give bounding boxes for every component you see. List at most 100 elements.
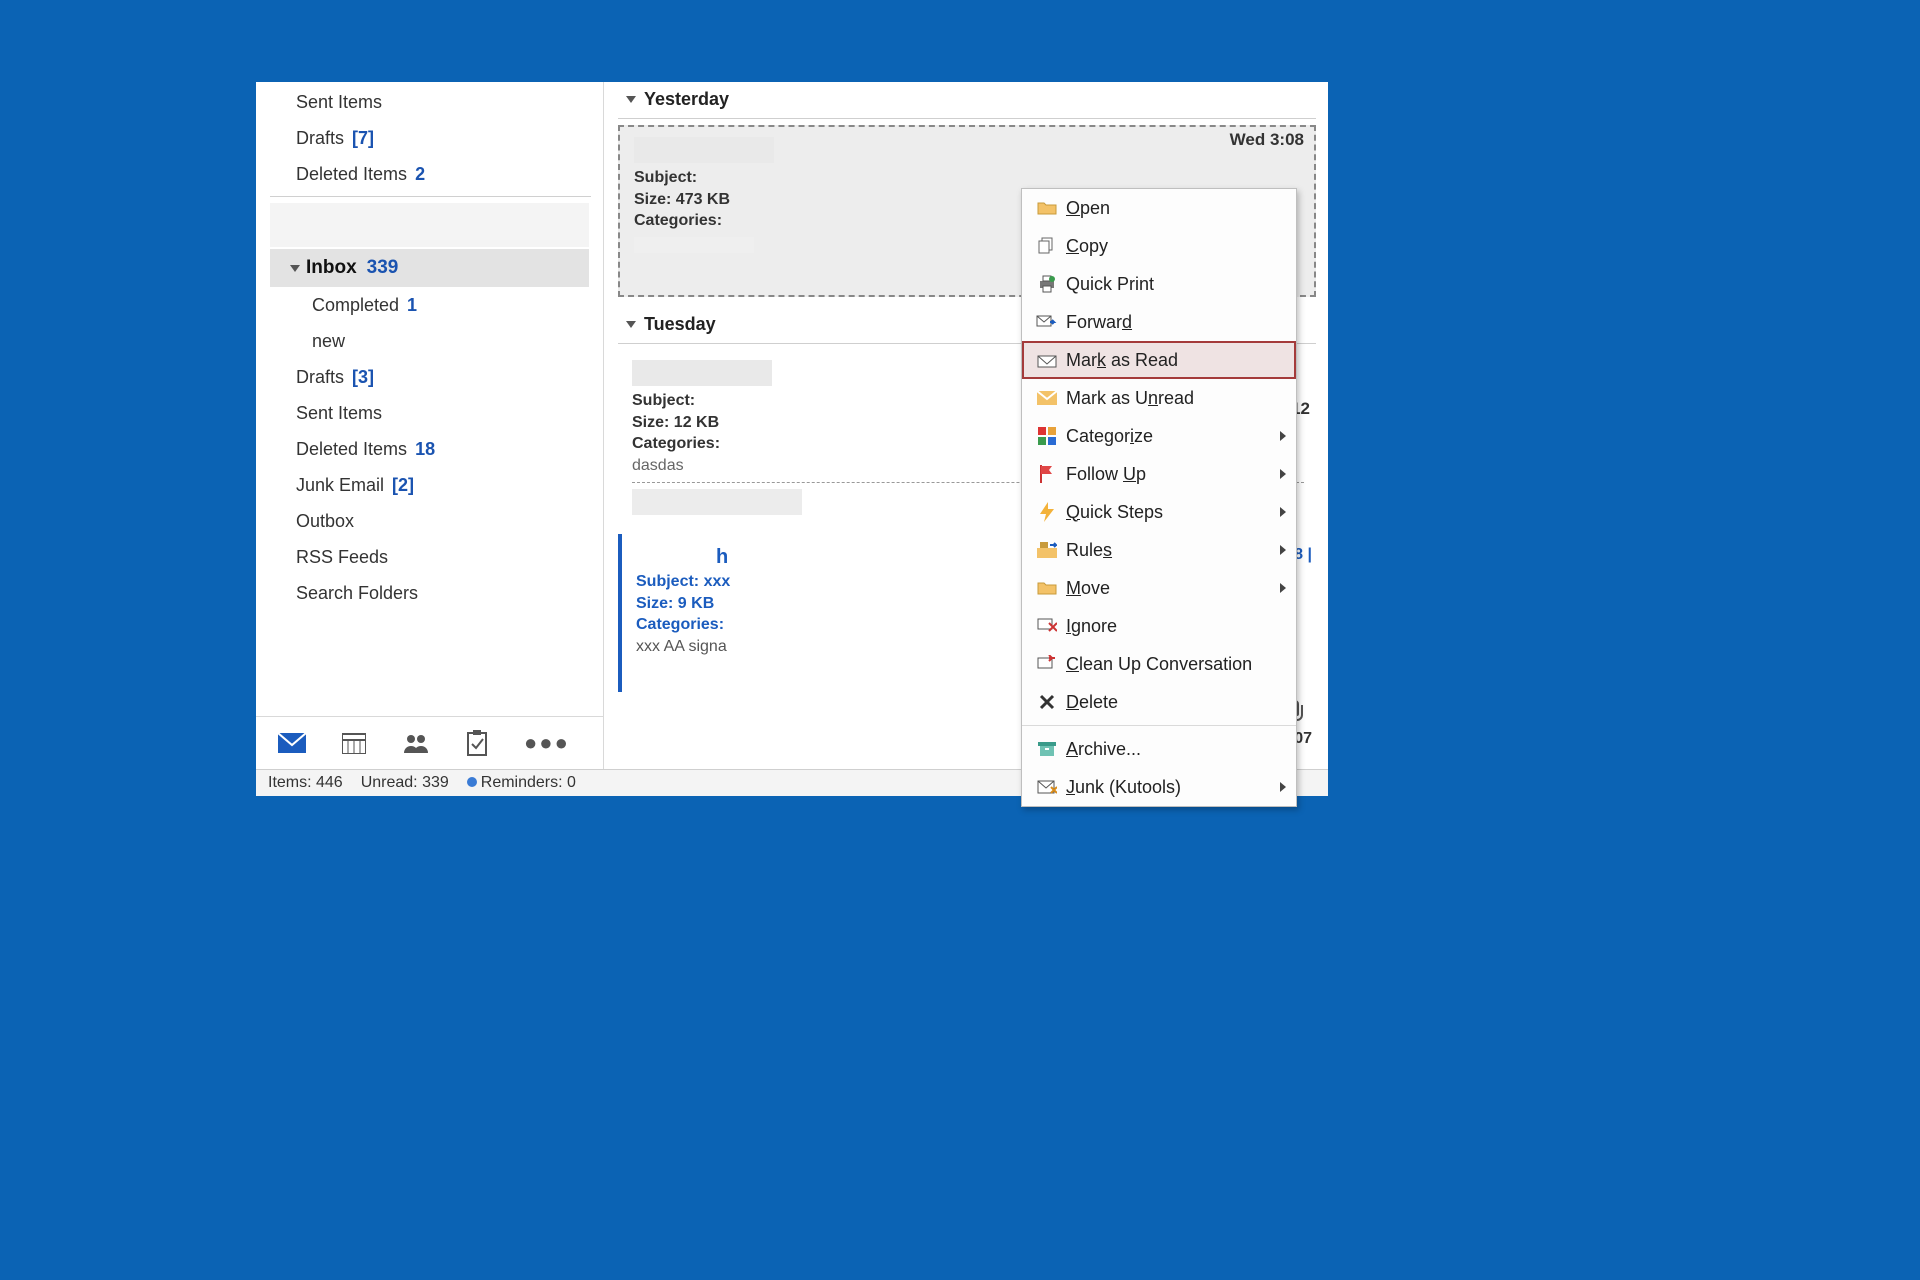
- folder-label: Drafts: [296, 367, 344, 388]
- chevron-right-icon: [1280, 782, 1286, 792]
- menu-label: Categor: [1066, 426, 1130, 446]
- menu-ignore[interactable]: Ignore: [1022, 607, 1296, 645]
- more-icon[interactable]: ●●●: [524, 730, 570, 756]
- menu-separator: [1022, 725, 1296, 726]
- chevron-down-icon[interactable]: [626, 321, 636, 328]
- calendar-icon[interactable]: [342, 732, 366, 754]
- menu-label: as Read: [1106, 350, 1178, 370]
- folder-sent-items[interactable]: Sent Items: [256, 395, 603, 431]
- menu-mark-as-read[interactable]: Mark as Read: [1022, 341, 1296, 379]
- menu-label: read: [1158, 388, 1194, 408]
- forward-icon: [1032, 314, 1062, 330]
- chevron-right-icon: [1280, 545, 1286, 555]
- group-separator: [618, 118, 1316, 119]
- folder-new[interactable]: new: [256, 323, 603, 359]
- delete-icon: [1032, 694, 1062, 710]
- menu-label: unk (Kutools): [1075, 777, 1181, 797]
- account-name-placeholder[interactable]: [270, 203, 589, 247]
- menu-label: elete: [1079, 692, 1118, 712]
- folder-label: Deleted Items: [296, 164, 407, 185]
- menu-quick-print[interactable]: Quick Print: [1022, 265, 1296, 303]
- folder-deleted-items[interactable]: Deleted Items 18: [256, 431, 603, 467]
- folder-open-icon: [1032, 200, 1062, 216]
- message-time: Wed 3:08: [1230, 129, 1304, 152]
- folder-rss-feeds[interactable]: RSS Feeds: [256, 539, 603, 575]
- menu-label: pen: [1080, 198, 1110, 218]
- folder-label: Outbox: [296, 511, 354, 532]
- folder-count: 339: [367, 257, 399, 279]
- menu-open[interactable]: Open: [1022, 189, 1296, 227]
- menu-label: ove: [1081, 578, 1110, 598]
- menu-forward[interactable]: Forward: [1022, 303, 1296, 341]
- status-unread: Unread: 339: [361, 774, 449, 792]
- menu-label: Rule: [1066, 540, 1103, 560]
- folder-junk-email[interactable]: Junk Email [2]: [256, 467, 603, 503]
- chevron-right-icon: [1280, 469, 1286, 479]
- envelope-icon: [1032, 391, 1062, 405]
- folder-count: [7]: [352, 128, 374, 149]
- rules-icon: [1032, 542, 1062, 558]
- folder-count: [2]: [392, 475, 414, 496]
- menu-junk[interactable]: Junk (Kutools): [1022, 768, 1296, 806]
- folder-completed[interactable]: Completed 1: [256, 287, 603, 323]
- menu-archive[interactable]: Archive...: [1022, 730, 1296, 768]
- message-categories-text: Categories:: [634, 212, 722, 229]
- message-from-placeholder: [632, 489, 802, 515]
- chevron-right-icon: [1280, 431, 1286, 441]
- menu-clean-up[interactable]: Clean Up Conversation: [1022, 645, 1296, 683]
- status-reminders-text: Reminders: 0: [481, 774, 576, 791]
- menu-label: Mark as U: [1066, 388, 1148, 408]
- folder-inbox[interactable]: Inbox 339: [270, 249, 589, 287]
- folder-scroll: Sent Items Drafts [7] Deleted Items 2 In…: [256, 82, 603, 716]
- menu-label: rchive...: [1078, 739, 1141, 759]
- printer-icon: [1032, 275, 1062, 293]
- group-header-yesterday[interactable]: Yesterday: [604, 82, 1328, 116]
- clean-up-icon: [1032, 655, 1062, 673]
- folder-deleted-items-top[interactable]: Deleted Items 2: [256, 156, 603, 192]
- folder-outbox[interactable]: Outbox: [256, 503, 603, 539]
- menu-copy[interactable]: Copy: [1022, 227, 1296, 265]
- menu-mark-as-unread[interactable]: Mark as Unread: [1022, 379, 1296, 417]
- mail-icon[interactable]: [278, 733, 306, 753]
- menu-label: p: [1136, 464, 1146, 484]
- menu-label: gnore: [1071, 616, 1117, 636]
- menu-quick-steps[interactable]: Quick Steps: [1022, 493, 1296, 531]
- folder-label: Completed: [312, 295, 399, 316]
- menu-label: lean Up Conversation: [1079, 654, 1252, 674]
- menu-rules[interactable]: Rules: [1022, 531, 1296, 569]
- menu-categorize[interactable]: Categorize: [1022, 417, 1296, 455]
- menu-label: uick Steps: [1080, 502, 1163, 522]
- tasks-icon[interactable]: [466, 730, 488, 756]
- folder-count: 2: [415, 164, 425, 185]
- envelope-open-icon: [1032, 352, 1062, 368]
- context-menu: Open Copy Quick Print Forward Mark as Re…: [1021, 188, 1297, 807]
- folder-drafts-top[interactable]: Drafts [7]: [256, 120, 603, 156]
- folder-label: RSS Feeds: [296, 547, 388, 568]
- folder-label: Sent Items: [296, 403, 382, 424]
- menu-label: Follow: [1066, 464, 1123, 484]
- navigation-bar: ●●●: [256, 716, 603, 769]
- flag-icon: [1032, 465, 1062, 483]
- folder-sent-items-top[interactable]: Sent Items: [256, 84, 603, 120]
- folder-divider: [270, 196, 591, 197]
- menu-move[interactable]: Move: [1022, 569, 1296, 607]
- menu-follow-up[interactable]: Follow Up: [1022, 455, 1296, 493]
- folder-label: Junk Email: [296, 475, 384, 496]
- people-icon[interactable]: [402, 733, 430, 753]
- bell-icon: [467, 777, 477, 787]
- menu-label: Mar: [1066, 350, 1097, 370]
- chevron-down-icon[interactable]: [626, 96, 636, 103]
- menu-label: opy: [1079, 236, 1108, 256]
- menu-label: ze: [1134, 426, 1153, 446]
- lightning-icon: [1032, 502, 1062, 522]
- status-items: Items: 446: [268, 774, 343, 792]
- ignore-icon: [1032, 617, 1062, 635]
- folder-drafts[interactable]: Drafts [3]: [256, 359, 603, 395]
- status-reminders: Reminders: 0: [467, 774, 576, 792]
- menu-delete[interactable]: Delete: [1022, 683, 1296, 721]
- chevron-down-icon[interactable]: [290, 265, 300, 272]
- folder-search-folders[interactable]: Search Folders: [256, 575, 603, 611]
- folder-label: Search Folders: [296, 583, 418, 604]
- copy-icon: [1032, 237, 1062, 255]
- folder-label: Sent Items: [296, 92, 382, 113]
